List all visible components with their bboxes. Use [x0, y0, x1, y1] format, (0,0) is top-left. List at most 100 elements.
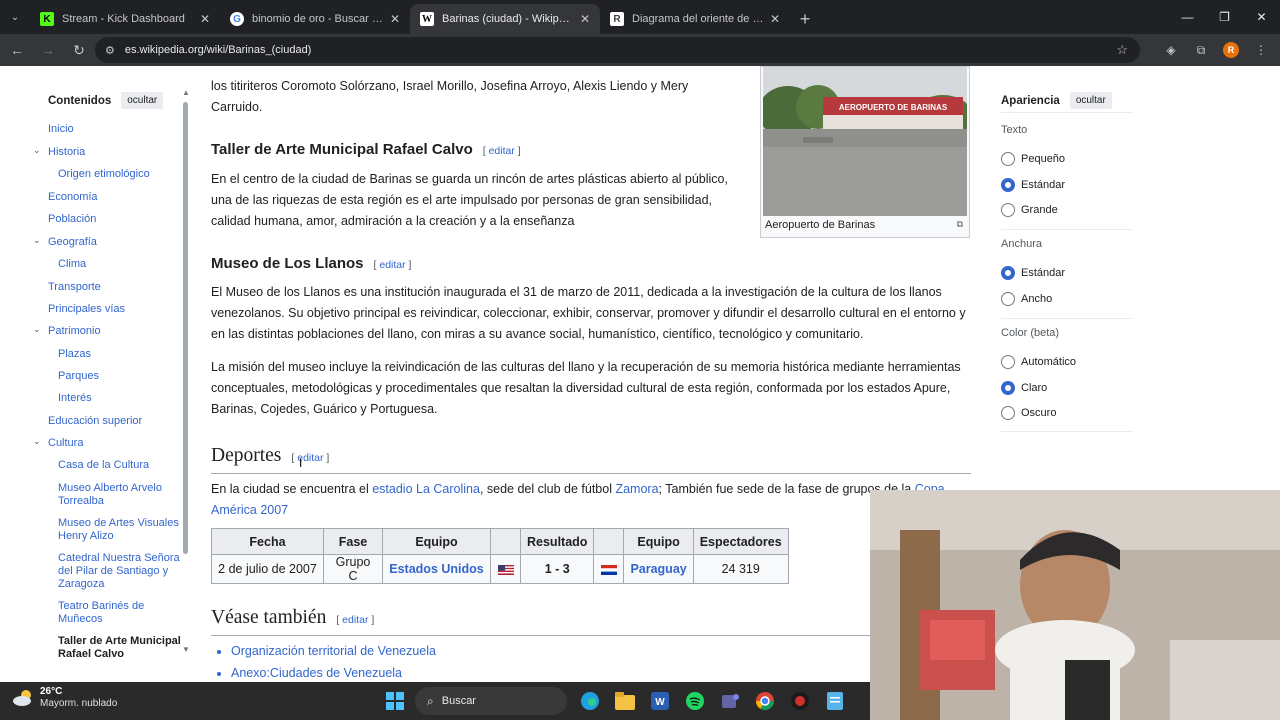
back-icon[interactable]: ←: [3, 36, 31, 64]
tab-google[interactable]: G binomio de oro - Buscar con Google ✕: [220, 4, 410, 34]
radio-button-selected[interactable]: [1001, 178, 1015, 192]
image-thumbnail[interactable]: AEROPUERTO DE BARINAS Aeropuerto de Bari…: [760, 66, 970, 238]
radio-ancho[interactable]: Ancho: [1001, 292, 1052, 306]
windows-start-icon[interactable]: [380, 686, 410, 716]
edit-link[interactable]: [ editar ]: [336, 614, 374, 626]
radio-claro[interactable]: Claro: [1001, 381, 1047, 395]
chevron-down-icon[interactable]: ⌄: [33, 235, 41, 246]
radio-button[interactable]: [1001, 406, 1015, 420]
taskbar-search[interactable]: ⌕ Buscar: [415, 687, 567, 715]
edit-link-text[interactable]: editar: [379, 259, 405, 271]
profile-avatar[interactable]: R: [1218, 36, 1244, 64]
radio-button[interactable]: [1001, 152, 1015, 166]
scroll-up-icon[interactable]: ▲: [182, 88, 190, 97]
toc-item-museo-alizo[interactable]: Museo de Artes Visuales Henry Alizo: [58, 517, 186, 543]
radio-oscuro[interactable]: Oscuro: [1001, 406, 1056, 420]
weather-widget[interactable]: 26°C Mayorm. nublado: [12, 686, 117, 710]
radio-button[interactable]: [1001, 292, 1015, 306]
toc-item-teatro[interactable]: Teatro Barinés de Muñecos: [58, 600, 186, 626]
edit-link[interactable]: [ editar ]: [374, 259, 412, 271]
tab-kick[interactable]: K Stream - Kick Dashboard ✕: [30, 4, 220, 34]
teams-icon[interactable]: [715, 686, 745, 716]
radio-estandar-anchura[interactable]: Estándar: [1001, 266, 1065, 280]
toc-item-geografia[interactable]: Geografía: [48, 236, 176, 249]
chevron-down-icon[interactable]: ⌄: [33, 145, 41, 156]
toc-item-educacion[interactable]: Educación superior: [48, 415, 176, 428]
toc-item-patrimonio[interactable]: Patrimonio: [48, 325, 176, 338]
close-window-icon[interactable]: ✕: [1243, 0, 1280, 34]
link-paraguay[interactable]: Paraguay: [630, 562, 686, 576]
radio-automatico[interactable]: Automático: [1001, 355, 1076, 369]
google-icon: G: [230, 12, 244, 26]
toc-item-cultura[interactable]: Cultura: [48, 437, 176, 450]
edit-link[interactable]: [ editar ]: [483, 145, 521, 157]
restore-icon[interactable]: ❐: [1206, 0, 1243, 34]
toc-item-museo-arvelo[interactable]: Museo Alberto Arvelo Torrealba: [58, 482, 186, 508]
deportes-paragraph: En la ciudad se encuentra el estadio La …: [211, 479, 969, 521]
radio-grande[interactable]: Grande: [1001, 203, 1058, 217]
appearance-hide-button[interactable]: ocultar: [1069, 92, 1112, 109]
edit-link-text[interactable]: editar: [489, 145, 515, 157]
word-icon[interactable]: W: [645, 686, 675, 716]
link-estados-unidos[interactable]: Estados Unidos: [389, 562, 483, 576]
airport-photo[interactable]: AEROPUERTO DE BARINAS: [763, 67, 967, 216]
toc-item-clima[interactable]: Clima: [58, 258, 186, 271]
toc-hide-button[interactable]: ocultar: [121, 92, 164, 109]
chevron-down-icon[interactable]: ⌄: [33, 324, 41, 335]
radio-pequeno[interactable]: Pequeño: [1001, 152, 1065, 166]
menu-dots-icon[interactable]: ⋮: [1248, 36, 1274, 64]
enlarge-icon[interactable]: ⧉: [957, 219, 963, 230]
link-anexo-ciudades[interactable]: Anexo:Ciudades de Venezuela: [231, 666, 402, 680]
file-explorer-icon[interactable]: [610, 686, 640, 716]
toc-item-vias[interactable]: Principales vías: [48, 303, 176, 316]
col-flag: [593, 528, 625, 555]
toc-item-catedral[interactable]: Catedral Nuestra Señora del Pilar de San…: [58, 552, 186, 591]
forward-icon[interactable]: →: [34, 36, 62, 64]
spotify-icon[interactable]: [680, 686, 710, 716]
tab-diagrama[interactable]: R Diagrama del oriente de Venezuela ✕: [600, 4, 790, 34]
toc-item-economia[interactable]: Economía: [48, 191, 176, 204]
new-tab-icon[interactable]: +: [790, 4, 820, 34]
close-tab-icon[interactable]: ✕: [580, 12, 590, 26]
bookmark-star-icon[interactable]: ☆: [1116, 42, 1128, 58]
toc-item-parques[interactable]: Parques: [58, 370, 186, 383]
cell-espectadores: 24 319: [692, 554, 789, 584]
address-bar[interactable]: ⚙ es.wikipedia.org/wiki/Barinas_(ciudad)…: [95, 37, 1140, 63]
link-zamora[interactable]: Zamora: [615, 482, 658, 496]
link-estadio[interactable]: estadio La Carolina: [372, 482, 480, 496]
toc-item-casa-cultura[interactable]: Casa de la Cultura: [58, 459, 186, 472]
text: , sede del club de fútbol: [479, 482, 616, 496]
notepad-icon[interactable]: [820, 686, 850, 716]
link-organizacion[interactable]: Organización territorial de Venezuela: [231, 644, 436, 658]
toc-item-taller-current[interactable]: Taller de Arte Municipal Rafael Calvo: [58, 635, 186, 661]
extensions-icon[interactable]: ⧉: [1188, 36, 1214, 64]
toc-item-poblacion[interactable]: Población: [48, 213, 176, 226]
close-tab-icon[interactable]: ✕: [200, 12, 210, 26]
app-icon[interactable]: [785, 686, 815, 716]
tab-wikipedia[interactable]: W Barinas (ciudad) - Wikipedia, la encic…: [410, 4, 600, 34]
toc-item-origen[interactable]: Origen etimológico: [58, 168, 186, 181]
minimize-icon[interactable]: —: [1169, 0, 1206, 34]
edit-link[interactable]: [ editar ]: [291, 452, 329, 464]
close-tab-icon[interactable]: ✕: [390, 12, 400, 26]
edge-icon[interactable]: [575, 686, 605, 716]
edit-link-text[interactable]: editar: [342, 614, 368, 626]
tab-search-icon[interactable]: ⌄: [0, 0, 30, 34]
radio-button[interactable]: [1001, 355, 1015, 369]
chevron-down-icon[interactable]: ⌄: [33, 436, 41, 447]
radio-button-selected[interactable]: [1001, 266, 1015, 280]
cast-icon[interactable]: ◈: [1158, 36, 1184, 64]
toc-item-plazas[interactable]: Plazas: [58, 348, 186, 361]
chrome-icon[interactable]: [750, 686, 780, 716]
radio-button[interactable]: [1001, 203, 1015, 217]
radio-button-selected[interactable]: [1001, 381, 1015, 395]
radio-estandar-texto[interactable]: Estándar: [1001, 178, 1065, 192]
site-info-icon[interactable]: ⚙: [105, 44, 115, 57]
toc-item-historia[interactable]: Historia: [48, 146, 176, 159]
close-tab-icon[interactable]: ✕: [770, 12, 780, 26]
toc-item-transporte[interactable]: Transporte: [48, 281, 176, 294]
reload-icon[interactable]: ↻: [65, 36, 93, 64]
toc-item-inicio[interactable]: Inicio: [48, 123, 176, 136]
toc-item-interes[interactable]: Interés: [58, 392, 186, 405]
anchura-label: Anchura: [1001, 238, 1042, 250]
